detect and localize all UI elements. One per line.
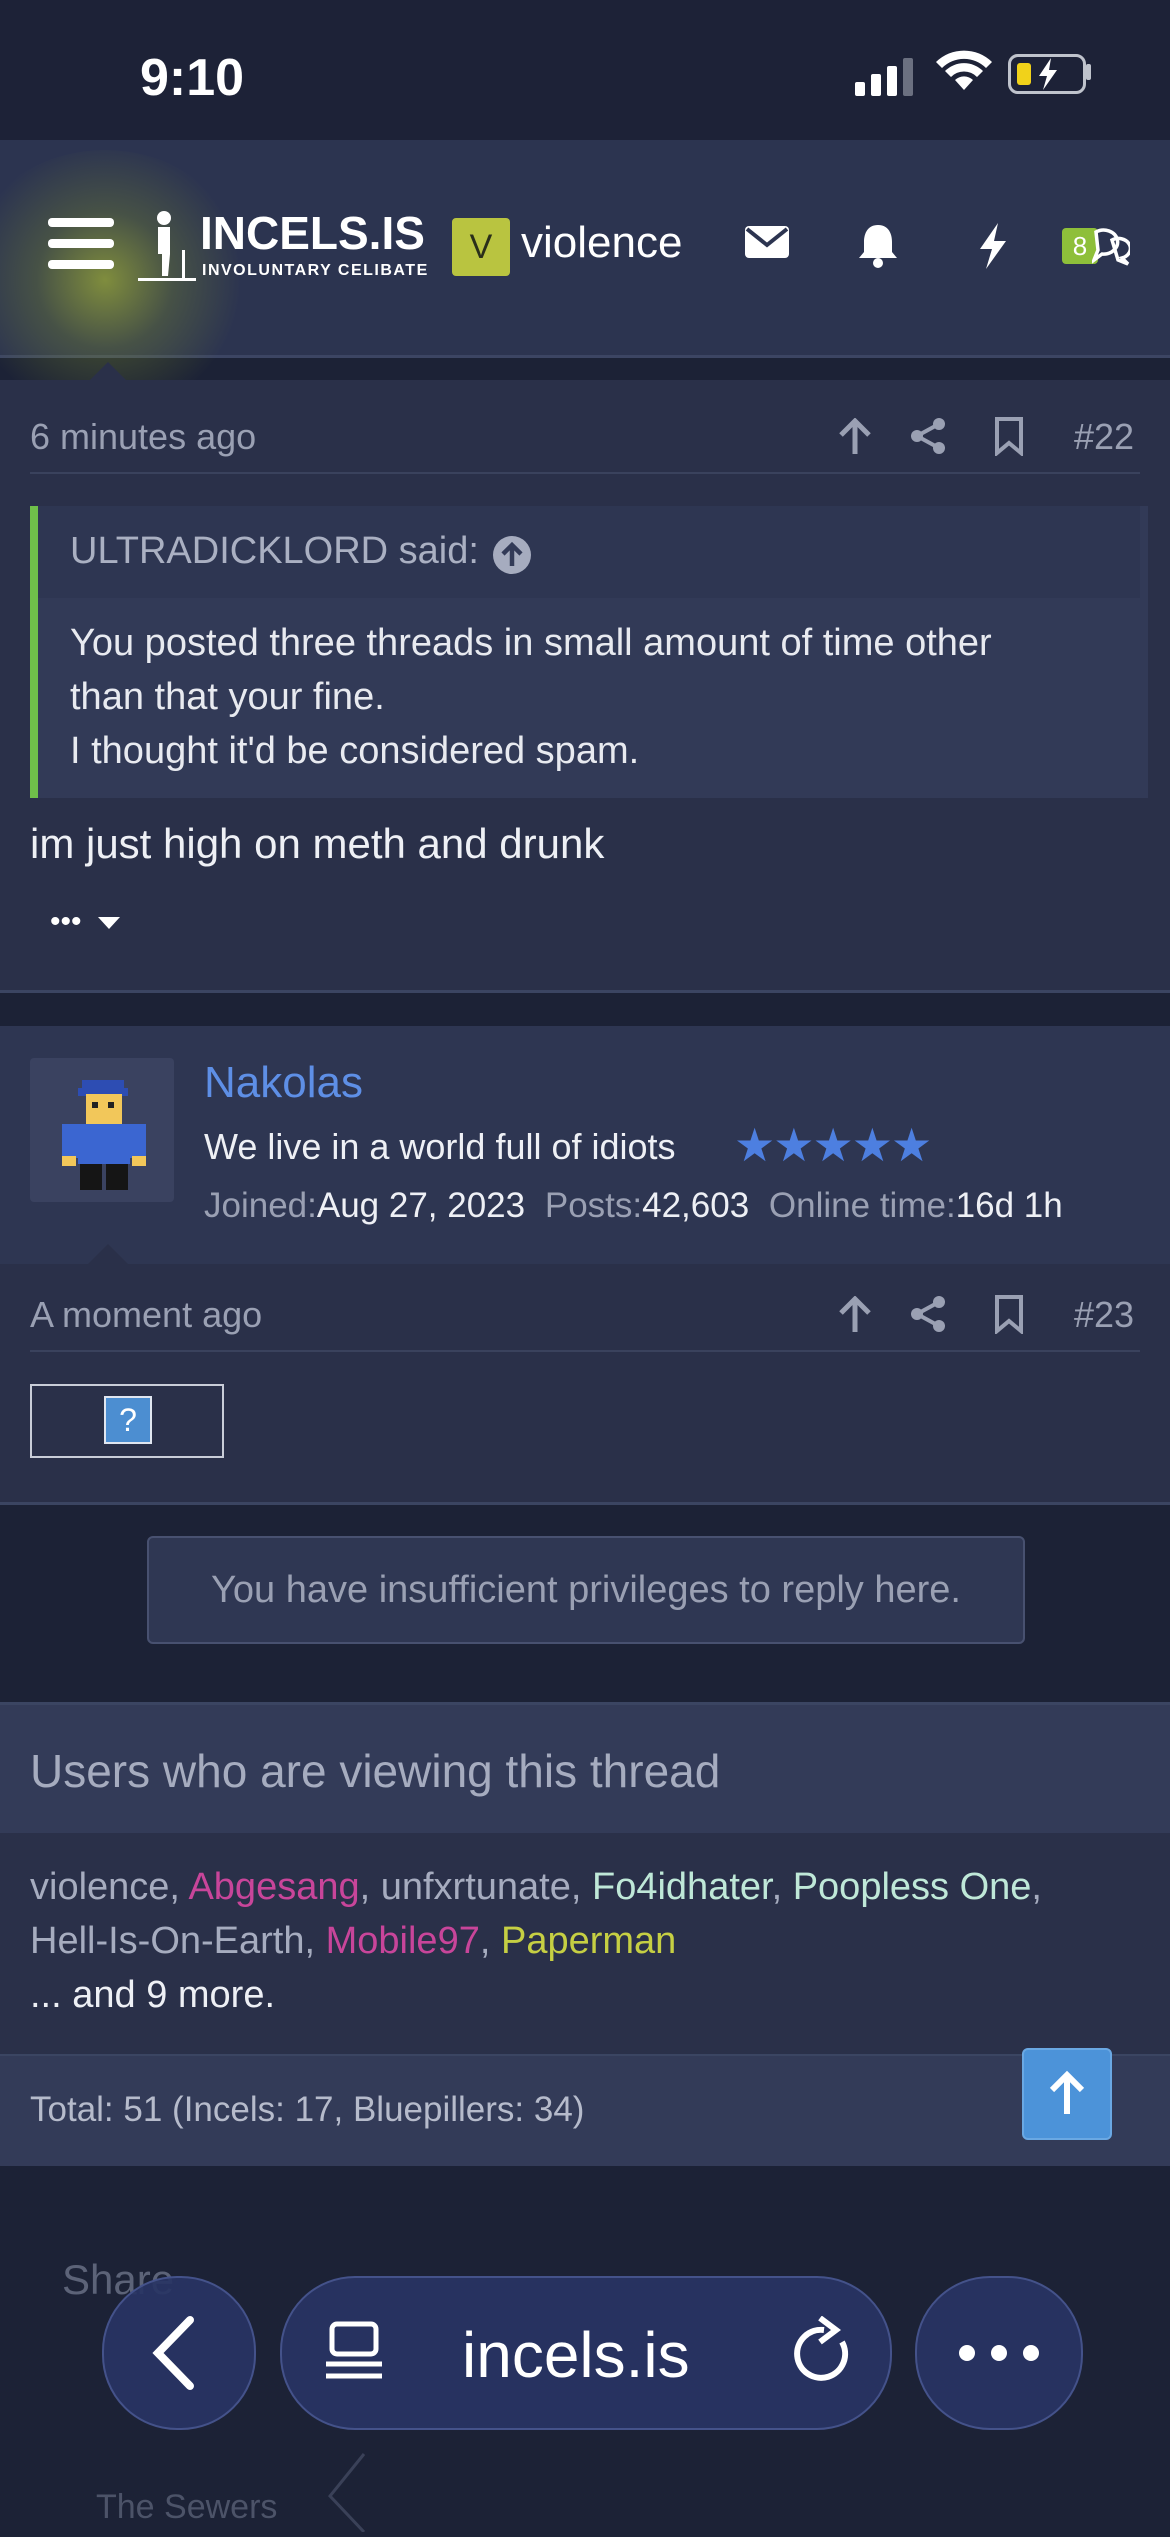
- viewer-link[interactable]: violence: [30, 1866, 169, 1908]
- upvote-icon[interactable]: [836, 417, 874, 461]
- menu-icon[interactable]: [48, 218, 114, 281]
- page-menu-icon[interactable]: [322, 2318, 386, 2387]
- viewers-more-link[interactable]: ... and 9 more.: [30, 1974, 275, 2016]
- cellular-signal-icon: [855, 58, 919, 96]
- viewer-link[interactable]: Mobile97: [326, 1920, 480, 1962]
- upvote-icon[interactable]: [836, 1295, 874, 1339]
- bookmark-icon[interactable]: [994, 416, 1024, 461]
- url-text[interactable]: incels.is: [462, 2318, 690, 2392]
- user-stats: Joined:Aug 27, 2023 Posts:42,603 Online …: [204, 1186, 1063, 1225]
- chat-icon[interactable]: [1090, 226, 1133, 271]
- post-body: im just high on meth and drunk: [30, 820, 605, 867]
- viewer-link[interactable]: Paperman: [501, 1920, 676, 1962]
- viewer-link[interactable]: Poopless One: [793, 1866, 1032, 1908]
- envelope-icon[interactable]: [744, 222, 790, 267]
- post-number[interactable]: #22: [1074, 416, 1134, 458]
- logo-title[interactable]: INCELS.IS: [200, 206, 425, 260]
- wifi-icon: [935, 50, 993, 97]
- broken-image-icon: ?: [104, 1396, 152, 1444]
- viewer-link[interactable]: Hell-Is-On-Earth: [30, 1920, 305, 1962]
- post-timestamp[interactable]: A moment ago: [30, 1294, 262, 1336]
- quote-attribution[interactable]: ULTRADICKLORD said:: [70, 530, 479, 573]
- share-icon[interactable]: [908, 416, 948, 461]
- bookmark-icon[interactable]: [994, 1294, 1024, 1339]
- more-options-button[interactable]: •••: [50, 905, 122, 939]
- battery-icon: [1008, 54, 1086, 94]
- viewer-link[interactable]: Fo4idhater: [592, 1866, 772, 1908]
- user-title: We live in a world full of idiots: [204, 1126, 676, 1167]
- user-avatar[interactable]: V: [452, 218, 510, 276]
- post-number[interactable]: #23: [1074, 1294, 1134, 1336]
- post-timestamp[interactable]: 6 minutes ago: [30, 416, 256, 458]
- broken-image[interactable]: ?: [30, 1384, 224, 1458]
- share-icon[interactable]: [908, 1294, 948, 1339]
- logo-figure-icon[interactable]: [138, 210, 198, 287]
- avatar[interactable]: [30, 1058, 174, 1202]
- bell-icon[interactable]: [856, 222, 900, 273]
- rating-stars: ★★★★★: [734, 1119, 932, 1171]
- back-button[interactable]: [102, 2276, 256, 2430]
- more-menu-button[interactable]: [915, 2276, 1083, 2430]
- scroll-to-top-button[interactable]: [1022, 2048, 1112, 2140]
- logo-subtitle: INVOLUNTARY CELIBATE: [202, 262, 429, 279]
- breadcrumb[interactable]: The Sewers: [96, 2488, 277, 2527]
- quote-body: You posted three threads in small amount…: [70, 622, 992, 772]
- reload-icon[interactable]: [792, 2315, 856, 2391]
- viewers-total: Total: 51 (Incels: 17, Bluepillers: 34): [30, 2090, 585, 2129]
- viewers-list: violence, Abgesang, unfxrtunate, Fo4idha…: [30, 1866, 1042, 2016]
- post-author[interactable]: Nakolas: [204, 1058, 363, 1108]
- bolt-icon[interactable]: [976, 222, 1010, 275]
- viewer-link[interactable]: unfxrtunate: [381, 1866, 571, 1908]
- status-time: 9:10: [140, 49, 245, 107]
- viewers-title: Users who are viewing this thread: [30, 1745, 721, 1797]
- quote-jump-icon[interactable]: [492, 535, 532, 580]
- reply-notice: You have insufficient privileges to repl…: [147, 1536, 1025, 1644]
- username-link[interactable]: violence: [521, 218, 682, 268]
- viewer-link[interactable]: Abgesang: [188, 1866, 359, 1908]
